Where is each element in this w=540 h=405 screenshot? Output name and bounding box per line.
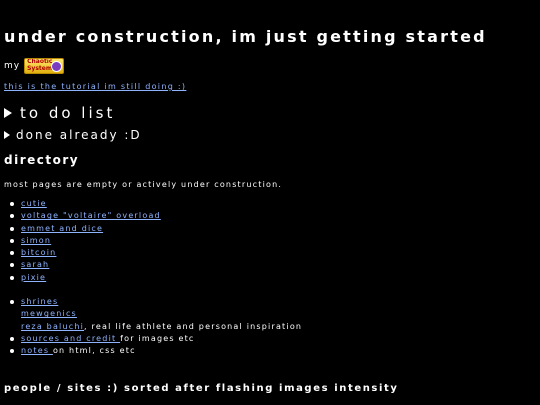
page-link-emmet-and-dice[interactable]: emmet and dice [21, 224, 103, 233]
tutorial-link[interactable]: this is the tutorial im still doing :) [4, 82, 186, 91]
tutorial-link-line: this is the tutorial im still doing :) [4, 82, 186, 91]
list-item: notes on html, css etc [9, 345, 302, 357]
list-item: cutie [9, 198, 161, 210]
directory-heading: directory [4, 153, 80, 167]
mewgenics-link[interactable]: mewgenics [21, 309, 77, 318]
todo-list-label: to do list [20, 104, 116, 122]
page-link-simon[interactable]: simon [21, 236, 51, 245]
page-link-bitcoin[interactable]: bitcoin [21, 248, 56, 257]
chaotic-system-badge[interactable]: Chaotic System [24, 58, 65, 74]
my-label: my [4, 61, 21, 71]
list-item: sources and credit for images etc [9, 333, 302, 345]
directory-list: cutie voltage "voltaire" overload emmet … [9, 198, 161, 284]
sources-and-credit-link[interactable]: sources and credit [21, 334, 120, 343]
people-heading: people / sites :) sorted after flashing … [4, 383, 399, 394]
list-item: voltage "voltaire" overload [9, 210, 161, 222]
todo-list-summary[interactable]: to do list [4, 104, 115, 122]
disclosure-triangle-icon [4, 108, 12, 118]
page-link-cutie[interactable]: cutie [21, 199, 47, 208]
page-title: under construction, im just getting star… [4, 27, 487, 46]
list-item: simon [9, 235, 161, 247]
my-line: my Chaotic System [4, 58, 65, 74]
list-item: emmet and dice [9, 223, 161, 235]
shrines-sublist: mewgenics [21, 308, 302, 320]
directory-note: most pages are empty or actively under c… [4, 180, 283, 189]
list-item: shrines mewgenics reza baluchi, real lif… [9, 296, 302, 333]
notes-description: on html, css etc [52, 346, 136, 356]
done-already-summary[interactable]: done already :D [4, 128, 142, 142]
disclosure-triangle-icon [4, 131, 10, 139]
sources-description: for images etc [120, 333, 195, 343]
notes-link[interactable]: notes [21, 346, 53, 355]
reza-baluchi-link[interactable]: reza baluchi [21, 322, 84, 331]
done-already-label: done already :D [16, 128, 142, 142]
list-item: bitcoin [9, 247, 161, 259]
page-link-pixie[interactable]: pixie [21, 273, 46, 282]
list-item: sarah [9, 259, 161, 271]
list-item: pixie [9, 272, 161, 284]
page-link-voltage[interactable]: voltage "voltaire" overload [21, 211, 161, 220]
page-link-sarah[interactable]: sarah [21, 260, 49, 269]
extras-list: shrines mewgenics reza baluchi, real lif… [9, 296, 302, 357]
shrines-link[interactable]: shrines [21, 297, 58, 306]
reza-line: reza baluchi, real life athlete and pers… [21, 321, 302, 333]
reza-description: , real life athlete and personal inspira… [84, 321, 303, 331]
